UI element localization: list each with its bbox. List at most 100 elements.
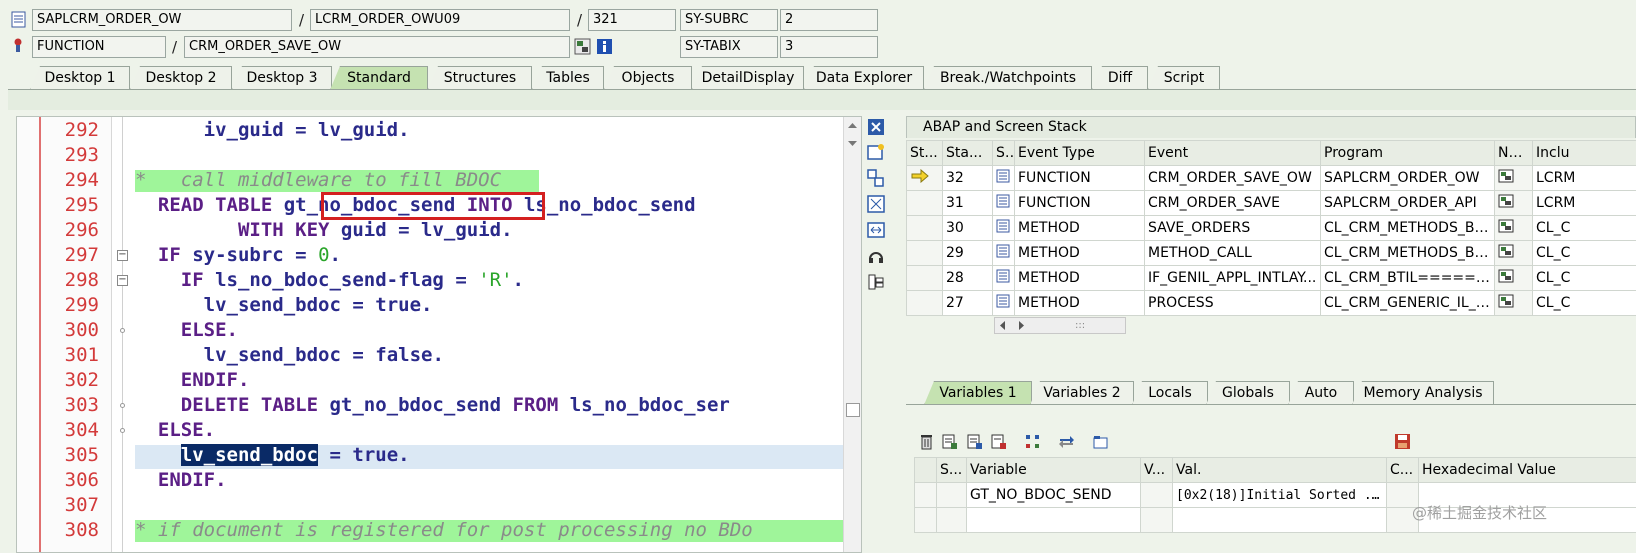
- column-header[interactable]: Val.: [1173, 458, 1387, 483]
- navigate-cell[interactable]: [1495, 166, 1533, 191]
- tab-objects[interactable]: Objects: [604, 66, 692, 90]
- code-token: =: [341, 344, 375, 366]
- editor-scrollbar[interactable]: [843, 117, 861, 552]
- table-row[interactable]: 32 FUNCTION CRM_ORDER_SAVE_OW SAPLCRM_OR…: [907, 166, 1636, 191]
- tab-tables[interactable]: Tables: [532, 66, 604, 90]
- line-field[interactable]: 321: [588, 9, 676, 31]
- column-header[interactable]: St...: [907, 141, 943, 166]
- column-header[interactable]: Event Type: [1015, 141, 1145, 166]
- row-selector[interactable]: [915, 508, 937, 533]
- load-icon[interactable]: [966, 433, 983, 450]
- code-token: .: [501, 219, 512, 241]
- navigate-icon[interactable]: [1498, 219, 1514, 233]
- scroll-thumb[interactable]: [846, 403, 860, 417]
- code-editor[interactable]: 292 293 294 295 296 297 298 299 300 301 …: [16, 116, 862, 553]
- swap-tool-icon[interactable]: [866, 168, 886, 188]
- variable-name-input[interactable]: [967, 508, 1141, 533]
- column-header[interactable]: Hexadecimal Value: [1419, 458, 1636, 483]
- maximize-icon[interactable]: [866, 194, 886, 214]
- new-tool-icon[interactable]: [866, 142, 886, 162]
- navigate-icon[interactable]: [1498, 244, 1514, 258]
- include-name: LCRM: [1533, 191, 1636, 216]
- services-icon[interactable]: [866, 272, 886, 292]
- tab-data-explorer[interactable]: Data Explorer: [804, 66, 924, 90]
- include-name: CL_C: [1533, 291, 1636, 316]
- tab-desktop-2[interactable]: Desktop 2: [130, 66, 232, 90]
- navigate-cell[interactable]: [1495, 241, 1533, 266]
- info-icon[interactable]: [596, 38, 613, 55]
- column-header[interactable]: C...: [1387, 458, 1419, 483]
- column-header[interactable]: Event: [1145, 141, 1321, 166]
- sy-subrc-value[interactable]: 2: [780, 9, 878, 31]
- resize-icon[interactable]: [866, 220, 886, 240]
- headset-icon[interactable]: [866, 246, 886, 266]
- navigate-icon[interactable]: [1498, 169, 1514, 183]
- delete-icon[interactable]: [918, 433, 935, 450]
- tab-structures[interactable]: Structures: [428, 66, 532, 90]
- event-name: CRM_ORDER_SAVE: [1145, 191, 1321, 216]
- folder-icon[interactable]: [1092, 433, 1109, 450]
- table-row[interactable]: 31 FUNCTION CRM_ORDER_SAVE SAPLCRM_ORDER…: [907, 191, 1636, 216]
- tab-standard[interactable]: Standard: [330, 66, 428, 90]
- table-row[interactable]: 27 METHOD PROCESS CL_CRM_GENERIC_IL_NE..…: [907, 291, 1636, 316]
- fold-collapse-icon[interactable]: −: [117, 275, 128, 286]
- tab-desktop-1[interactable]: Desktop 1: [30, 66, 130, 90]
- table-row[interactable]: 29 METHOD METHOD_CALL CL_CRM_METHODS_BTI…: [907, 241, 1636, 266]
- tab-variables-1[interactable]: Variables 1: [924, 381, 1032, 405]
- table-row[interactable]: 30 METHOD SAVE_ORDERS CL_CRM_METHODS_BTI…: [907, 216, 1636, 241]
- tab-diff[interactable]: Diff: [1092, 66, 1148, 90]
- column-header[interactable]: Inclu: [1533, 141, 1636, 166]
- event-type-icon-cell: [993, 291, 1015, 316]
- column-header[interactable]: Variable: [967, 458, 1141, 483]
- scroll-left-icon[interactable]: [997, 318, 1009, 333]
- navigate-icon[interactable]: [1498, 194, 1514, 208]
- scroll-right-icon[interactable]: [1015, 318, 1027, 333]
- navigate-cell[interactable]: [1495, 216, 1533, 241]
- column-header[interactable]: S...: [937, 458, 967, 483]
- column-header[interactable]: Sta...: [943, 141, 993, 166]
- column-header[interactable]: Na...: [1495, 141, 1533, 166]
- column-header[interactable]: V...: [1141, 458, 1173, 483]
- variable-name-input[interactable]: GT_NO_BDOC_SEND: [967, 483, 1141, 508]
- navigate-icon[interactable]: [574, 38, 591, 55]
- event-name-field[interactable]: CRM_ORDER_SAVE_OW: [184, 36, 570, 58]
- program-field[interactable]: SAPLCRM_ORDER_OW: [32, 9, 292, 31]
- stack-horizontal-scrollbar[interactable]: :::: [994, 317, 1126, 334]
- tab-globals[interactable]: Globals: [1206, 381, 1290, 405]
- scroll-up-icon[interactable]: [844, 117, 861, 134]
- close-icon[interactable]: [866, 117, 886, 137]
- code-token: =: [284, 244, 318, 266]
- event-type-field[interactable]: FUNCTION: [32, 36, 166, 58]
- tab-breakpoints[interactable]: Break./Watchpoints: [924, 66, 1092, 90]
- row-selector[interactable]: [915, 483, 937, 508]
- column-header[interactable]: S...: [993, 141, 1015, 166]
- scroll-down-icon[interactable]: [844, 135, 861, 152]
- navigate-icon[interactable]: [1498, 269, 1514, 283]
- navigate-cell[interactable]: [1495, 266, 1533, 291]
- scroll-grip[interactable]: :::: [1075, 318, 1085, 333]
- save-icon[interactable]: [1394, 433, 1411, 450]
- save-variables-icon[interactable]: [990, 433, 1007, 450]
- fold-collapse-icon[interactable]: −: [117, 250, 128, 261]
- tab-locals[interactable]: Locals: [1132, 381, 1208, 405]
- transfer-icon[interactable]: [1058, 433, 1075, 450]
- navigate-icon[interactable]: [1498, 294, 1514, 308]
- tab-memory-analysis[interactable]: Memory Analysis: [1352, 381, 1494, 405]
- navigate-cell[interactable]: [1495, 191, 1533, 216]
- tab-desktop-3[interactable]: Desktop 3: [232, 66, 332, 90]
- tab-variables-2[interactable]: Variables 2: [1030, 381, 1134, 405]
- detail-view-icon[interactable]: [941, 433, 958, 450]
- line-number: 295: [43, 193, 99, 218]
- sy-tabix-value[interactable]: 3: [780, 36, 878, 58]
- tab-script[interactable]: Script: [1148, 66, 1220, 90]
- event-type-icon-cell: [993, 166, 1015, 191]
- table-row[interactable]: 28 METHOD IF_GENIL_APPL_INTLAY... CL_CRM…: [907, 266, 1636, 291]
- navigate-cell[interactable]: [1495, 291, 1533, 316]
- code-token: =: [284, 119, 318, 141]
- hierarchy-icon[interactable]: [1024, 433, 1041, 450]
- tab-auto[interactable]: Auto: [1288, 381, 1354, 405]
- column-header[interactable]: Program: [1321, 141, 1495, 166]
- include-field[interactable]: LCRM_ORDER_OWU09: [310, 9, 570, 31]
- tab-detaildisplay[interactable]: DetailDisplay: [692, 66, 804, 90]
- code-token: sy-subrc: [192, 244, 284, 266]
